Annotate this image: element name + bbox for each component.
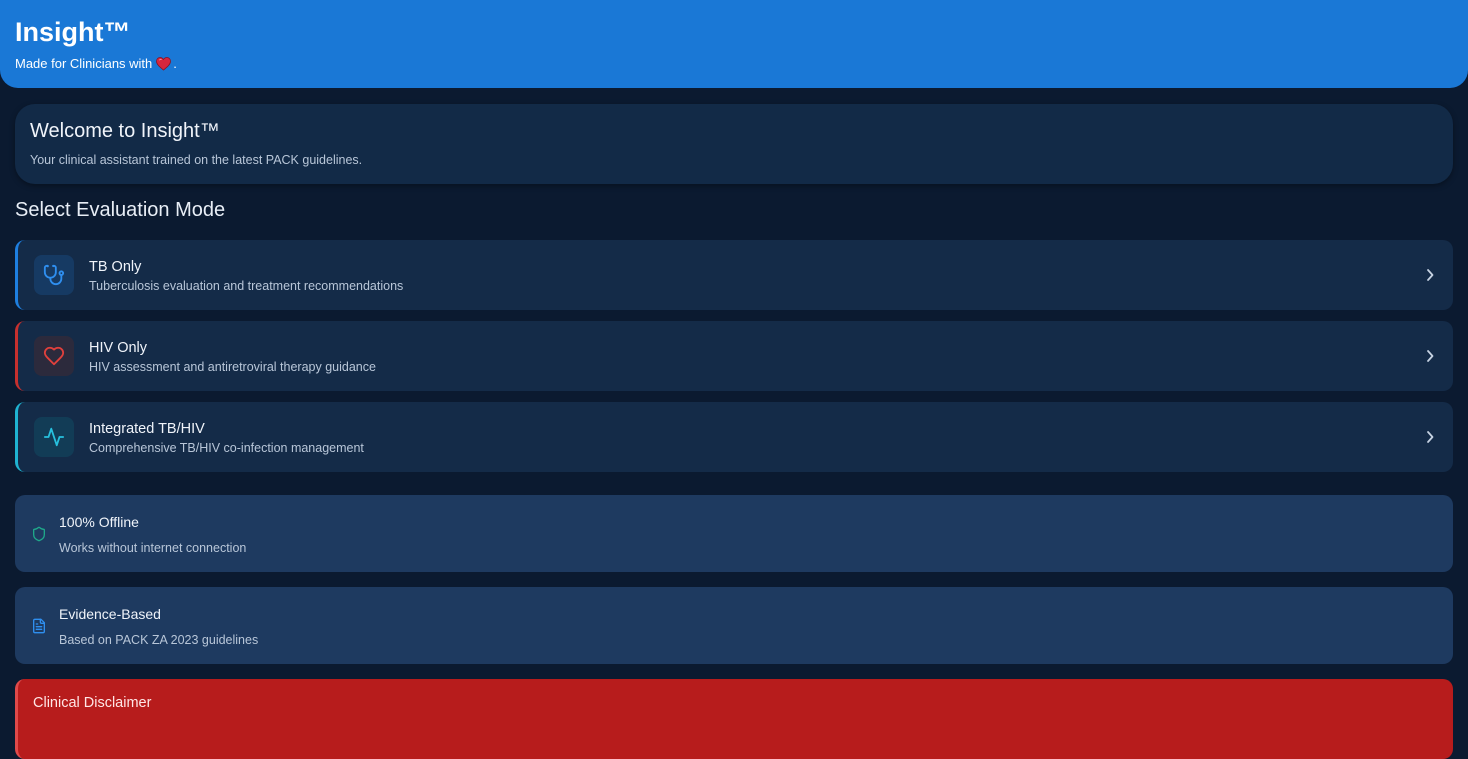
shield-icon: [33, 526, 45, 541]
mode-icon-box: [34, 255, 74, 295]
tagline-prefix: Made for Clinicians with: [15, 56, 153, 71]
mode-description: Tuberculosis evaluation and treatment re…: [89, 278, 404, 293]
chevron-right-icon: [1427, 350, 1434, 362]
mode-card-tb-only[interactable]: TB Only Tuberculosis evaluation and trea…: [15, 240, 1453, 310]
chevron-right-icon: [1427, 269, 1434, 281]
disclaimer-title: Clinical Disclaimer: [33, 695, 152, 711]
welcome-title: Welcome to Insight™: [30, 120, 220, 142]
document-icon: [33, 618, 45, 633]
feature-card-offline: 100% Offline Works without internet conn…: [15, 495, 1453, 572]
app-header: Insight™ Made for Clinicians with .: [0, 0, 1468, 88]
stethoscope-icon: [43, 264, 65, 286]
mode-card-hiv-only[interactable]: HIV Only HIV assessment and antiretrovir…: [15, 321, 1453, 391]
app-tagline: Made for Clinicians with .: [15, 56, 1453, 71]
welcome-card: Welcome to Insight™ Your clinical assist…: [15, 104, 1453, 184]
mode-icon-box: [34, 336, 74, 376]
clinical-disclaimer: Clinical Disclaimer: [15, 679, 1453, 759]
mode-title: HIV Only: [89, 339, 148, 356]
mode-title: Integrated TB/HIV: [89, 420, 205, 437]
feature-description: Works without internet connection: [59, 540, 247, 555]
feature-title: Evidence-Based: [59, 605, 161, 622]
feature-title: 100% Offline: [59, 513, 139, 530]
mode-description: Comprehensive TB/HIV co-infection manage…: [89, 440, 364, 455]
tagline-suffix: .: [173, 56, 177, 71]
mode-card-integrated-tb-hiv[interactable]: Integrated TB/HIV Comprehensive TB/HIV c…: [15, 402, 1453, 472]
chevron-right-icon: [1427, 431, 1434, 443]
heart-icon: [43, 346, 65, 366]
section-title: Select Evaluation Mode: [15, 199, 226, 221]
mode-description: HIV assessment and antiretroviral therap…: [89, 359, 376, 374]
feature-description: Based on PACK ZA 2023 guidelines: [59, 632, 259, 647]
activity-icon: [43, 427, 65, 447]
feature-card-evidence-based: Evidence-Based Based on PACK ZA 2023 gui…: [15, 587, 1453, 664]
welcome-subtitle: Your clinical assistant trained on the l…: [30, 153, 363, 167]
mode-title: TB Only: [89, 258, 142, 275]
mode-icon-box: [34, 417, 74, 457]
heart-emoji-icon: [156, 56, 172, 71]
app-title: Insight™: [15, 17, 131, 47]
